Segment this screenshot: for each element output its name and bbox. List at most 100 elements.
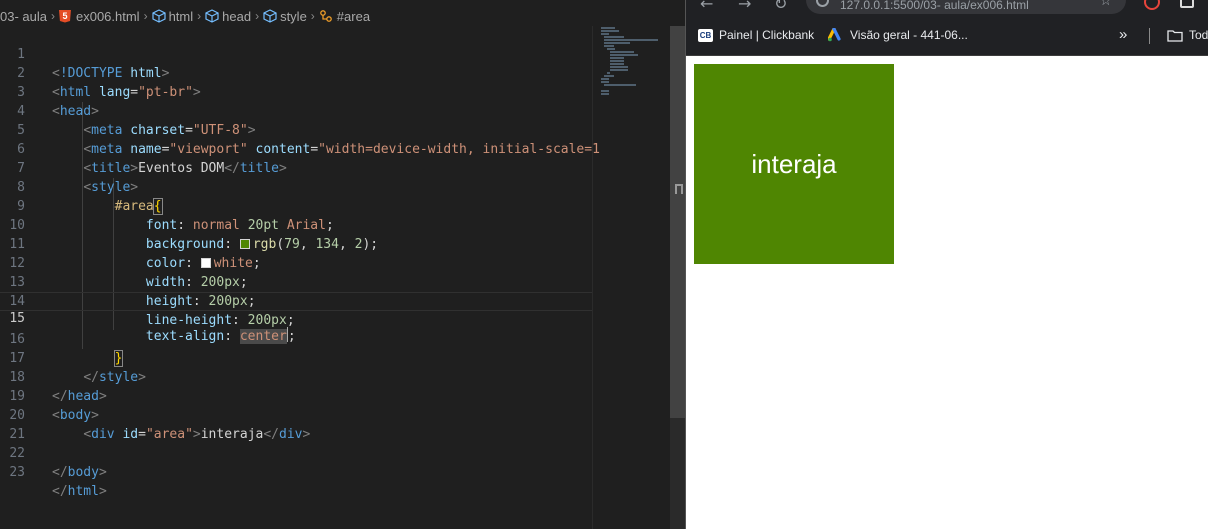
chevron-right-icon: › — [143, 9, 148, 23]
breadcrumb-selector[interactable]: #area — [319, 9, 370, 24]
breadcrumb: 03- aula › 5 ex006.html › html › head › … — [0, 6, 600, 26]
code-line: 5 <meta name="viewport" content="width=d… — [0, 102, 600, 157]
chevron-right-icon: › — [255, 9, 260, 23]
extension-icon[interactable] — [1144, 0, 1160, 10]
breadcrumb-html-label: html — [168, 8, 194, 24]
browser-window: ← → ↻ 127.0.0.1:5500/03- aula/ex006.html… — [685, 0, 1208, 529]
vertical-scrollbar[interactable] — [670, 26, 685, 529]
minimap-line — [604, 75, 614, 77]
minimap-line — [610, 69, 628, 71]
bookmark-google-ads[interactable]: Visão geral - 441-06... — [828, 20, 968, 50]
bookmark-folder-all[interactable]: Tod — [1167, 20, 1208, 50]
interact-area[interactable]: interaja — [694, 64, 894, 264]
minimap-line — [601, 81, 609, 83]
code-line: 10 background: rgb(79, 134, 2); — [0, 197, 592, 252]
site-info-icon[interactable] — [816, 0, 829, 7]
reload-icon[interactable]: ↻ — [774, 0, 787, 13]
minimap[interactable] — [592, 26, 670, 529]
code-line: 9 font: normal 20pt Arial; — [0, 178, 592, 233]
chevron-right-icon: › — [310, 9, 315, 23]
more-bookmarks-icon[interactable]: » — [1119, 26, 1127, 43]
minimap-line — [604, 84, 636, 86]
code-line: 16 } — [0, 311, 592, 367]
bookmarks-divider — [1149, 28, 1150, 44]
bookmark-label: Painel | Clickbank — [719, 28, 815, 42]
bookmark-star-icon[interactable]: ☆ — [1099, 0, 1112, 9]
code-area[interactable]: 1 <!DOCTYPE html> 2 <html lang="pt-br"> … — [0, 26, 600, 529]
bookmark-label: Visão geral - 441-06... — [850, 28, 968, 42]
code-line: 23 </html> — [0, 444, 592, 499]
forward-icon[interactable]: → — [738, 0, 751, 13]
element-icon — [151, 9, 166, 23]
code-line: 19 <body> — [0, 368, 592, 423]
bookmarks-bar: CB Painel | Clickbank Visão geral - 441-… — [686, 20, 1208, 56]
html5-icon: 5 — [58, 9, 71, 23]
minimap-line — [604, 42, 630, 44]
element-icon — [263, 9, 277, 23]
minimap-line — [610, 51, 634, 53]
minimap-line — [601, 33, 609, 35]
code-line: 4 <meta charset="UTF-8"> — [0, 83, 592, 138]
code-line: 13 height: 200px; — [0, 254, 592, 309]
cursor-position-marker — [675, 184, 683, 194]
breadcrumb-style[interactable]: style — [263, 9, 307, 24]
code-line-current: 15 text-align: center; — [0, 292, 592, 344]
element-icon — [205, 9, 219, 23]
code-line: 8 #area{ — [0, 159, 592, 215]
minimap-line — [610, 66, 628, 68]
bookmark-label: Tod — [1189, 28, 1208, 42]
back-icon[interactable]: ← — [700, 0, 713, 13]
code-editor[interactable]: 03- aula › 5 ex006.html › html › head › … — [0, 0, 685, 529]
code-line: 3 <head> — [0, 64, 592, 119]
minimap-line — [601, 90, 609, 92]
line-text: </html> — [52, 484, 107, 499]
minimap-line — [607, 72, 610, 74]
code-line: 2 <html lang="pt-br"> — [0, 45, 592, 100]
breadcrumb-style-label: style — [280, 8, 307, 24]
browser-toolbar: ← → ↻ 127.0.0.1:5500/03- aula/ex006.html… — [686, 0, 1208, 20]
code-line: 18 </head> — [0, 349, 592, 404]
breadcrumb-head-label: head — [222, 8, 252, 24]
minimap-line — [604, 39, 658, 41]
extensions-icon[interactable] — [1180, 0, 1194, 8]
code-line: 11 color: white; — [0, 216, 592, 271]
breadcrumb-html[interactable]: html — [151, 8, 194, 24]
minimap-line — [601, 27, 615, 29]
line-text: </body> — [52, 465, 107, 480]
minimap-line — [607, 48, 615, 50]
minimap-line — [604, 45, 614, 47]
minimap-line — [601, 30, 619, 32]
breadcrumb-folder[interactable]: 03- aula — [0, 9, 47, 24]
code-line: 20 <div id="area">interaja</div> — [0, 387, 592, 442]
address-bar[interactable]: 127.0.0.1:5500/03- aula/ex006.html ☆ — [806, 0, 1126, 14]
minimap-line — [610, 63, 624, 65]
minimap-line — [601, 93, 609, 95]
breadcrumb-selector-label: #area — [336, 8, 371, 24]
css-selector-icon — [319, 10, 332, 22]
bookmark-clickbank[interactable]: CB Painel | Clickbank — [698, 20, 814, 50]
address-bar-url: 127.0.0.1:5500/03- aula/ex006.html — [840, 0, 1029, 12]
minimap-line — [610, 54, 638, 56]
code-line: 7 <style> — [0, 140, 592, 195]
scrollbar-thumb[interactable] — [670, 26, 685, 418]
line-number: 23 — [9, 465, 25, 480]
breadcrumb-file-label: ex006.html — [75, 8, 140, 24]
code-line: 17 </style> — [0, 330, 592, 385]
code-line: 12 width: 200px; — [0, 235, 592, 290]
code-line: 6 <title>Eventos DOM</title> — [0, 121, 592, 176]
minimap-line — [610, 60, 624, 62]
code-line: 14 line-height: 200px; — [0, 273, 592, 328]
clickbank-icon: CB — [698, 28, 713, 42]
minimap-line — [604, 36, 624, 38]
page-viewport: interaja — [686, 56, 1208, 529]
chevron-right-icon: › — [50, 9, 55, 23]
breadcrumb-head[interactable]: head — [205, 9, 251, 24]
code-line: 21 — [0, 406, 592, 442]
minimap-line — [601, 78, 609, 80]
code-line: 1 <!DOCTYPE html> — [0, 26, 592, 81]
google-ads-icon — [828, 28, 841, 42]
minimap-line — [610, 57, 624, 59]
folder-icon — [1167, 29, 1183, 42]
chevron-right-icon: › — [197, 9, 202, 23]
breadcrumb-file[interactable]: 5 ex006.html — [58, 8, 140, 24]
